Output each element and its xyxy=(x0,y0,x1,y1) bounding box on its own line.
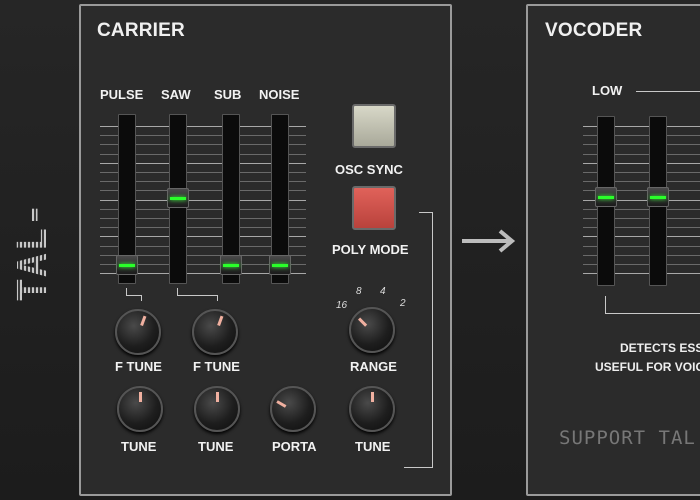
tune-label-3: TUNE xyxy=(355,439,391,454)
vocoder-description-line1: DETECTS ESS xyxy=(620,341,700,355)
slider-label-saw: SAW xyxy=(161,87,191,102)
ftune-label-2: F TUNE xyxy=(193,359,240,374)
osc-sync-label: OSC SYNC xyxy=(335,162,403,177)
porta-label: PORTA xyxy=(272,439,317,454)
connector-saw-ftune-h xyxy=(177,295,218,296)
arrow-right-icon xyxy=(462,229,516,253)
tune-label-1: TUNE xyxy=(121,439,157,454)
bracket-left xyxy=(605,296,606,314)
connector-poly-bottom xyxy=(404,467,433,468)
slider-label-pulse: PULSE xyxy=(100,87,144,102)
vocoder-band-1-slider-handle[interactable] xyxy=(595,187,617,207)
connector-poly-v xyxy=(432,212,433,468)
connector-pulse-ftune-h xyxy=(126,295,142,296)
connector-poly-h xyxy=(419,212,433,213)
ftune-knob-1[interactable] xyxy=(115,309,161,355)
support-text: SUPPORT TAL xyxy=(559,427,696,449)
slider-label-noise: NOISE xyxy=(259,87,300,102)
tune-label-2: TUNE xyxy=(198,439,234,454)
osc-sync-button[interactable] xyxy=(352,104,396,148)
vocoder-band-2-slider-handle[interactable] xyxy=(647,187,669,207)
tune-knob-2[interactable] xyxy=(194,386,240,432)
poly-mode-button[interactable] xyxy=(352,186,396,230)
vocoder-title: VOCODER xyxy=(545,20,643,41)
noise-slider-handle[interactable] xyxy=(269,255,291,275)
poly-mode-label: POLY MODE xyxy=(332,242,409,257)
bracket-bottom xyxy=(605,313,700,314)
carrier-title: CARRIER xyxy=(97,20,185,41)
sub-slider-handle[interactable] xyxy=(220,255,242,275)
ftune-label-1: F TUNE xyxy=(115,359,162,374)
slider-label-sub: SUB xyxy=(214,87,242,102)
range-knob[interactable] xyxy=(349,307,395,353)
tune-knob-1[interactable] xyxy=(117,386,163,432)
range-tick-4: 4 xyxy=(380,286,386,297)
range-tick-2: 2 xyxy=(400,298,406,309)
connector-saw-ftune-v xyxy=(217,295,218,301)
porta-knob[interactable] xyxy=(270,386,316,432)
range-label: RANGE xyxy=(350,359,397,374)
pulse-slider-handle[interactable] xyxy=(116,255,138,275)
low-label: LOW xyxy=(592,83,623,98)
range-tick-8: 8 xyxy=(356,286,362,297)
vocoder-description-line2: USEFUL FOR VOIC xyxy=(595,360,700,374)
connector-pulse-ftune-v xyxy=(141,295,142,301)
saw-slider-handle[interactable] xyxy=(167,188,189,208)
low-range-line xyxy=(636,91,700,92)
range-tick-16: 16 xyxy=(336,300,348,311)
ftune-knob-2[interactable] xyxy=(192,309,238,355)
app-logo: TAL-VOCODER xyxy=(10,142,102,362)
tune-knob-3[interactable] xyxy=(349,386,395,432)
